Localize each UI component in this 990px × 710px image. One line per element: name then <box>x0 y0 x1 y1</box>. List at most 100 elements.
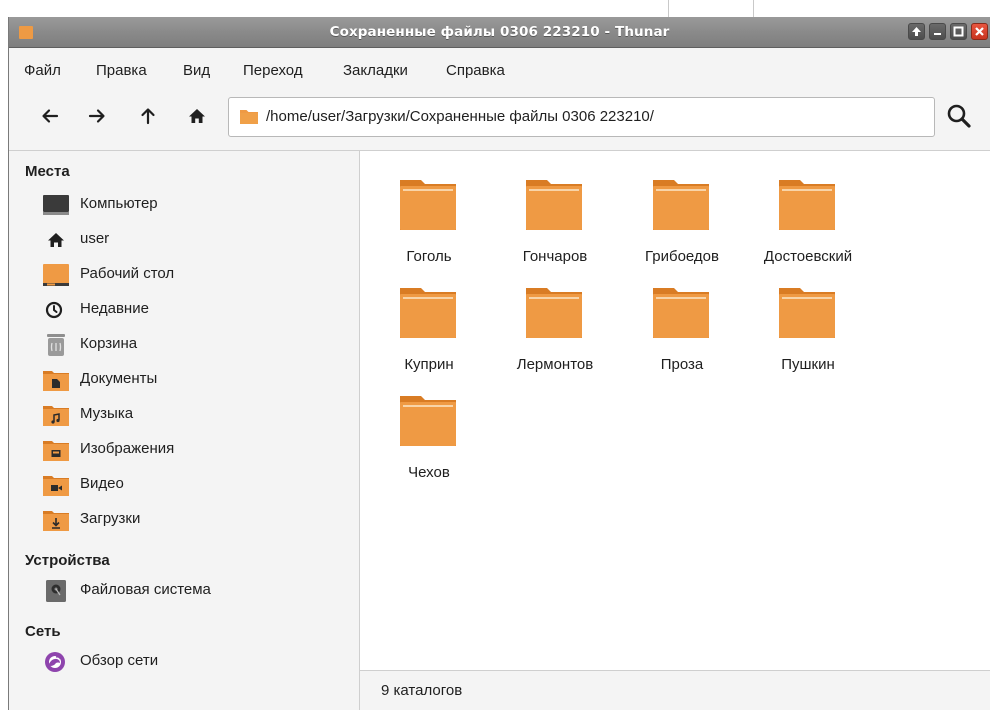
folder-icon <box>779 180 835 230</box>
menu-bookmarks[interactable]: Закладки <box>343 62 408 79</box>
maximize-icon <box>953 26 964 37</box>
minimize-icon <box>934 33 941 35</box>
pictures-folder-icon <box>43 441 69 461</box>
folder-icon <box>400 288 456 338</box>
menu-view[interactable]: Вид <box>183 62 210 79</box>
sidebar-item-label: Компьютер <box>80 195 158 212</box>
maximize-button[interactable] <box>950 23 967 40</box>
drive-icon <box>46 580 66 602</box>
folder-item[interactable]: Гоголь <box>366 162 492 270</box>
folder-name: Грибоедов <box>644 248 719 265</box>
sidebar-item-pictures[interactable]: Изображения <box>43 436 343 464</box>
sidebar: Места Компьютер user Рабочий стол Недавн… <box>9 150 360 710</box>
close-button[interactable] <box>971 23 988 40</box>
folder-name: Чехов <box>408 464 450 481</box>
folder-icon <box>653 180 709 230</box>
folder-icon <box>400 396 456 446</box>
downloads-folder-icon <box>43 511 69 531</box>
home-icon <box>189 109 205 123</box>
folder-icon <box>779 288 835 338</box>
sidebar-item-user[interactable]: user <box>43 226 343 254</box>
folder-item[interactable]: Грибоедов <box>619 162 745 270</box>
search-button[interactable] <box>945 102 973 130</box>
folder-name: Гоголь <box>406 248 452 265</box>
sidebar-item-label: Корзина <box>80 335 138 352</box>
location-path[interactable]: /home/user/Загрузки/Сохраненные файлы 03… <box>266 108 654 125</box>
keep-above-button[interactable] <box>908 23 925 40</box>
close-icon <box>975 27 984 36</box>
sidebar-item-recent[interactable]: Недавние <box>43 296 343 324</box>
sidebar-item-label: Загрузки <box>80 510 141 527</box>
search-icon <box>947 104 971 128</box>
video-folder-icon <box>43 476 69 496</box>
folder-item[interactable]: Гончаров <box>492 162 618 270</box>
sidebar-item-label: Рабочий стол <box>80 265 175 282</box>
sidebar-item-network[interactable]: Обзор сети <box>43 648 343 676</box>
back-button[interactable] <box>39 105 61 127</box>
folder-item[interactable]: Лермонтов <box>492 270 618 378</box>
sidebar-item-trash[interactable]: Корзина <box>43 331 343 359</box>
home-button[interactable] <box>186 105 208 127</box>
sidebar-item-label: Файловая система <box>80 581 211 598</box>
background-strip <box>0 0 990 17</box>
up-arrow-icon <box>141 108 155 125</box>
folder-item[interactable]: Достоевский <box>745 162 871 270</box>
network-icon <box>45 652 65 672</box>
sidebar-item-label: Обзор сети <box>80 652 159 669</box>
status-text: 9 каталогов <box>381 682 463 699</box>
folder-name: Куприн <box>404 356 454 373</box>
sidebar-item-label: Музыка <box>80 405 134 422</box>
sidebar-item-desktop[interactable]: Рабочий стол <box>43 261 343 289</box>
folder-icon <box>526 288 582 338</box>
sidebar-item-label: Документы <box>80 370 158 387</box>
forward-button[interactable] <box>86 105 108 127</box>
strip-divider <box>753 0 754 17</box>
menu-edit[interactable]: Правка <box>96 62 147 79</box>
trash-icon <box>47 334 65 356</box>
places-header: Места <box>25 163 70 180</box>
folder-icon <box>653 288 709 338</box>
location-bar[interactable]: /home/user/Загрузки/Сохраненные файлы 03… <box>228 97 935 137</box>
folder-item[interactable]: Проза <box>619 270 745 378</box>
file-manager-window: Сохраненные файлы 0306 223210 - Thunar Ф… <box>8 17 990 710</box>
documents-folder-icon <box>43 371 69 391</box>
folder-item[interactable]: Куприн <box>366 270 492 378</box>
folder-name: Гончаров <box>522 248 588 265</box>
up-button[interactable] <box>137 105 159 127</box>
file-view[interactable]: Гоголь Гончаров Грибоедов Достоевский Ку… <box>360 150 990 670</box>
sidebar-item-music[interactable]: Музыка <box>43 401 343 429</box>
sidebar-item-label: Видео <box>80 475 124 492</box>
window-title: Сохраненные файлы 0306 223210 - Thunar <box>329 24 670 40</box>
sidebar-item-downloads[interactable]: Загрузки <box>43 506 343 534</box>
home-icon <box>48 233 64 247</box>
sidebar-item-filesystem[interactable]: Файловая система <box>43 577 343 605</box>
toolbar: /home/user/Загрузки/Сохраненные файлы 03… <box>9 82 990 150</box>
folder-name: Проза <box>660 356 704 373</box>
sidebar-item-documents[interactable]: Документы <box>43 366 343 394</box>
devices-header: Устройства <box>25 552 110 569</box>
sidebar-item-video[interactable]: Видео <box>43 471 343 499</box>
desktop-icon <box>43 264 69 286</box>
folder-name: Достоевский <box>763 248 853 265</box>
sidebar-item-label: Недавние <box>80 300 149 317</box>
title-bar[interactable]: Сохраненные файлы 0306 223210 - Thunar <box>9 17 990 48</box>
sidebar-item-computer[interactable]: Компьютер <box>43 191 343 219</box>
clock-icon <box>45 301 63 319</box>
menu-go[interactable]: Переход <box>243 62 303 79</box>
minimize-button[interactable] <box>929 23 946 40</box>
back-arrow-icon <box>42 109 59 123</box>
sidebar-item-label: Изображения <box>80 440 175 457</box>
folder-item[interactable]: Пушкин <box>745 270 871 378</box>
folder-name: Лермонтов <box>516 356 594 373</box>
menu-help[interactable]: Справка <box>446 62 505 79</box>
forward-arrow-icon <box>88 109 105 123</box>
folder-name: Пушкин <box>781 356 835 373</box>
menu-file[interactable]: Файл <box>24 62 61 79</box>
arrow-up-icon <box>912 27 921 36</box>
menu-bar: Файл Правка Вид Переход Закладки Справка <box>9 48 990 82</box>
strip-divider <box>668 0 669 17</box>
sidebar-item-label: user <box>80 230 110 247</box>
network-header: Сеть <box>25 623 61 640</box>
folder-item[interactable]: Чехов <box>366 378 492 486</box>
computer-icon <box>43 195 69 215</box>
